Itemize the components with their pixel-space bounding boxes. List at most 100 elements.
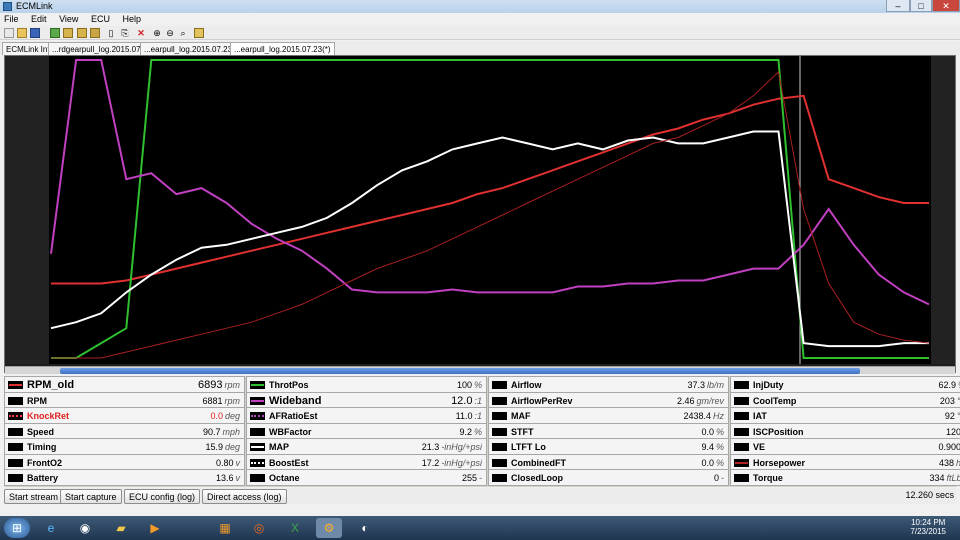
gauge-value: 255 bbox=[461, 473, 477, 483]
gauge-value: 15.9 bbox=[205, 442, 223, 452]
gauge-wideband[interactable]: Wideband 12.0:1 bbox=[246, 391, 487, 409]
gauge-speed[interactable]: Speed 90.7 mph bbox=[4, 422, 245, 440]
gauge-throtpos[interactable]: ThrotPos 100% bbox=[246, 376, 487, 393]
chart-icon[interactable] bbox=[90, 28, 100, 38]
gauge-swatch bbox=[250, 427, 265, 436]
gauge-value: 13.6 bbox=[215, 473, 234, 483]
chrome-icon[interactable]: ◉ bbox=[72, 518, 98, 538]
copy-icon[interactable]: ⎘ bbox=[120, 28, 130, 38]
gauge-value: 120 bbox=[945, 426, 960, 437]
save-icon[interactable] bbox=[30, 28, 40, 38]
gauge-swatch bbox=[492, 396, 507, 405]
connect-icon[interactable] bbox=[50, 28, 60, 38]
gauge-battery[interactable]: Battery 13.6 v bbox=[4, 469, 245, 486]
gauge-value: 9.4 bbox=[701, 442, 714, 452]
gauge-airflow[interactable]: Airflow 37.3 lb/m bbox=[488, 376, 729, 393]
excel-icon[interactable]: X bbox=[282, 518, 308, 538]
gauge-stft[interactable]: STFT 0.0% bbox=[488, 422, 729, 440]
scroll-thumb[interactable] bbox=[60, 368, 860, 374]
tab-log-3[interactable]: ...earpull_log.2015.07.23(*) bbox=[230, 42, 335, 55]
gauge-swatch bbox=[492, 458, 507, 467]
tool-icon[interactable]: ◐ bbox=[352, 518, 378, 538]
close-button[interactable]: ✕ bbox=[932, 0, 960, 12]
gauge-value: 2438.4 bbox=[683, 411, 711, 421]
gauge-closedloop[interactable]: ClosedLoop 0- bbox=[488, 469, 729, 486]
gauge-swatch bbox=[492, 427, 507, 436]
gauge-boostest[interactable]: BoostEst 17.2 -inHg/+psi bbox=[246, 453, 487, 471]
gauge-timing[interactable]: Timing 15.9 deg bbox=[4, 438, 245, 455]
folder-icon[interactable]: ▰ bbox=[108, 518, 134, 538]
chart-scrollbar[interactable] bbox=[5, 366, 955, 374]
app-icon-taskbar[interactable]: ▦ bbox=[212, 518, 238, 538]
gauge-injduty[interactable]: InjDuty62.9% bbox=[730, 376, 960, 393]
start-stream-button[interactable]: Start stream bbox=[4, 489, 64, 504]
toolbar: ▯ ⎘ ✕ ⊕ ⊖ ⌕ bbox=[0, 26, 960, 40]
firefox-icon[interactable]: ◎ bbox=[246, 518, 272, 538]
open-icon[interactable] bbox=[17, 28, 27, 38]
gauge-unit: % bbox=[473, 426, 482, 437]
gauge-ve[interactable]: VE0.900- bbox=[730, 438, 960, 455]
gauge-combinedft[interactable]: CombinedFT 0.0% bbox=[488, 453, 729, 471]
gauge-swatch bbox=[734, 474, 749, 482]
direct-access-button[interactable]: Direct access (log) bbox=[202, 489, 287, 504]
gauge-iscposition[interactable]: ISCPosition120- bbox=[730, 422, 960, 440]
minimize-button[interactable]: – bbox=[886, 0, 910, 12]
menu-ecu[interactable]: ECU bbox=[91, 14, 110, 24]
gauge-unit: -inHg/+psi bbox=[441, 457, 482, 468]
gauge-fronto2[interactable]: FrontO2 0.80 v bbox=[4, 453, 245, 471]
gauge-knockret[interactable]: KnockRet 0.0 deg bbox=[4, 407, 245, 424]
menu-help[interactable]: Help bbox=[122, 14, 141, 24]
gauge-swatch bbox=[250, 381, 265, 389]
chart-svg[interactable] bbox=[5, 56, 955, 364]
zoom-out-icon[interactable]: ⊖ bbox=[165, 28, 175, 38]
ecu-config-button[interactable]: ECU config (log) bbox=[124, 489, 201, 504]
gauge-afratioest[interactable]: AFRatioEst 11.0:1 bbox=[246, 407, 487, 424]
gauge-unit: hp bbox=[956, 458, 960, 468]
ecmlink-taskbar-icon[interactable]: ⚙ bbox=[316, 518, 342, 538]
ie-icon[interactable]: e bbox=[38, 518, 64, 538]
media-player-icon[interactable]: ▶ bbox=[142, 518, 168, 538]
gauge-value: 334 bbox=[929, 473, 945, 483]
gauge-horsepower[interactable]: Horsepower438hp bbox=[730, 453, 960, 471]
clock[interactable]: 10:24 PM 7/23/2015 bbox=[910, 518, 946, 536]
zoom-icon[interactable]: ⌕ bbox=[178, 28, 188, 38]
log-chart[interactable] bbox=[4, 55, 956, 374]
zoom-reset-icon[interactable] bbox=[194, 28, 204, 38]
gauge-maf[interactable]: MAF 2438.4 Hz bbox=[488, 407, 729, 424]
gauge-value-wrap: 334ftLbs bbox=[929, 470, 960, 486]
gauge-rpm-old[interactable]: RPM_old 6893 rpm bbox=[4, 376, 245, 393]
start-icon[interactable]: ⊞ bbox=[4, 518, 30, 538]
tab-log-2[interactable]: ...earpull_log.2015.07.23(*) bbox=[140, 42, 245, 55]
app-icon bbox=[3, 2, 12, 11]
filter-icon[interactable] bbox=[63, 28, 73, 38]
gauge-value: 6881 bbox=[202, 395, 223, 406]
gauge-rpm[interactable]: RPM 6881 rpm bbox=[4, 391, 245, 409]
new-icon-2[interactable]: ▯ bbox=[106, 28, 116, 38]
gauge-map[interactable]: MAP 21.3 -inHg/+psi bbox=[246, 438, 487, 455]
gauge-iat[interactable]: IAT92°F bbox=[730, 407, 960, 424]
start-capture-button[interactable]: Start capture bbox=[60, 489, 122, 504]
gauge-unit: v bbox=[235, 473, 241, 483]
gauge-torque[interactable]: Torque 334ftLbs bbox=[730, 469, 960, 486]
gauge-value: 0.0 bbox=[701, 426, 714, 437]
gauge-value: 0.0 bbox=[210, 411, 223, 421]
paste-icon[interactable] bbox=[77, 28, 87, 38]
gauge-value: 0 bbox=[713, 473, 719, 483]
gauge-ltft-lo[interactable]: LTFT Lo 9.4% bbox=[488, 438, 729, 455]
new-icon[interactable] bbox=[4, 28, 14, 38]
gauge-octane[interactable]: Octane 255- bbox=[246, 469, 487, 486]
menu-file[interactable]: File bbox=[4, 14, 19, 24]
gauge-wbfactor[interactable]: WBFactor 9.2% bbox=[246, 422, 487, 440]
gauge-cooltemp[interactable]: CoolTemp203°F bbox=[730, 391, 960, 409]
gauge-swatch bbox=[492, 474, 507, 482]
gauge-swatch bbox=[8, 412, 23, 420]
zoom-in-icon[interactable]: ⊕ bbox=[152, 28, 162, 38]
menu-view[interactable]: View bbox=[59, 14, 78, 24]
gauge-airflowperrev[interactable]: AirflowPerRev 2.46 gm/rev bbox=[488, 391, 729, 409]
ecmlink-window: ECMLink – □ ✕ File Edit View ECU Help ▯ … bbox=[0, 0, 960, 516]
maximize-button[interactable]: □ bbox=[910, 0, 932, 12]
delete-icon[interactable]: ✕ bbox=[136, 28, 146, 38]
menu-edit[interactable]: Edit bbox=[31, 14, 47, 24]
gauge-swatch bbox=[8, 381, 23, 389]
gauge-swatch bbox=[734, 412, 749, 420]
